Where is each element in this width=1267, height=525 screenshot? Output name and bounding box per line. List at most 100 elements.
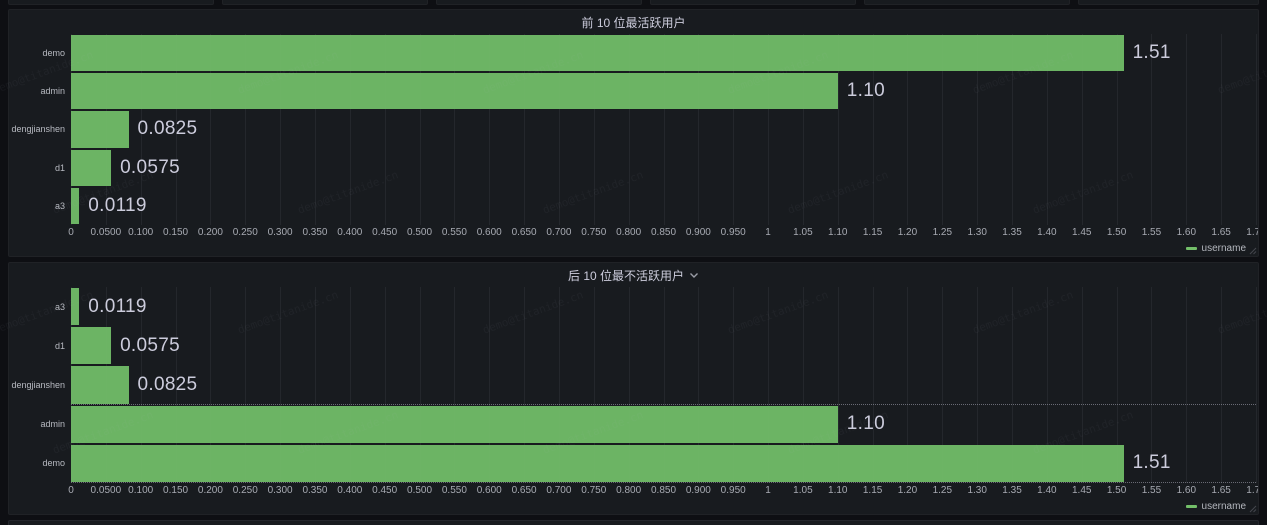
y-axis-labels: a3d1dengjianshenadmindemo (9, 287, 71, 483)
x-tick-label: 0.550 (442, 227, 467, 238)
x-tick-label: 1.45 (1072, 485, 1091, 496)
x-tick-label: 0.450 (372, 485, 397, 496)
y-axis-labels: demoadmindengjianshend1a3 (9, 34, 71, 225)
panel-title: 后 10 位最不活跃用户 (568, 267, 684, 284)
x-tick-label: 0.700 (546, 227, 571, 238)
legend-series-color-icon (1186, 247, 1197, 250)
bar-a3[interactable] (71, 288, 79, 325)
x-tick-label: 0.850 (651, 485, 676, 496)
x-tick-label: 0.400 (337, 227, 362, 238)
x-tick-label: 1 (765, 227, 771, 238)
x-tick-label: 0.350 (302, 227, 327, 238)
x-tick-label: 1.30 (967, 227, 986, 238)
x-tick-label: 0.650 (512, 227, 537, 238)
legend: username (9, 498, 1258, 514)
x-tick-label: 1.05 (793, 485, 812, 496)
x-tick-label: 0.450 (372, 227, 397, 238)
x-tick-label: 1.60 (1177, 485, 1196, 496)
gridline (1186, 34, 1187, 225)
x-tick-label: 0.300 (268, 227, 293, 238)
bar-value-label: 1.51 (1133, 34, 1171, 72)
adjacent-panel-edge (8, 520, 1259, 525)
legend-series-label[interactable]: username (1202, 501, 1246, 512)
x-tick-label: 1 (765, 485, 771, 496)
adjacent-panel-edge (1078, 0, 1259, 5)
y-tick-label: admin (9, 72, 65, 110)
panel-top-active-users: 前 10 位最活跃用户 demoadmindengjianshend1a3 1.… (8, 9, 1259, 257)
legend: username (9, 240, 1258, 256)
bar-demo[interactable] (71, 35, 1124, 71)
panel-resize-handle[interactable] (1248, 504, 1257, 513)
x-tick-label: 1.40 (1037, 485, 1056, 496)
x-tick-label: 0.100 (128, 485, 153, 496)
adjacent-panel-edge (436, 0, 642, 5)
x-tick-label: 0.500 (407, 227, 432, 238)
x-tick-label: 0.250 (233, 485, 258, 496)
x-tick-label: 0.150 (163, 227, 188, 238)
x-tick-label: 0.800 (616, 485, 641, 496)
plot-area: 1.511.100.08250.05750.0119 (71, 34, 1256, 225)
x-tick-label: 1.55 (1142, 485, 1161, 496)
legend-series-color-icon (1186, 505, 1197, 508)
x-tick-label: 0.150 (163, 485, 188, 496)
bar-a3[interactable] (71, 188, 79, 224)
y-tick-label: dengjianshen (9, 110, 65, 148)
adjacent-panel-edge (650, 0, 856, 5)
y-tick-label: dengjianshen (9, 365, 65, 404)
x-tick-label: 0.0500 (91, 227, 122, 238)
bar-value-label: 0.0119 (88, 287, 147, 326)
x-tick-label: 0.850 (651, 227, 676, 238)
bar-dengjianshen[interactable] (71, 366, 129, 403)
x-tick-label: 1.05 (793, 227, 812, 238)
x-tick-label: 0.750 (581, 227, 606, 238)
adjacent-panel-edge (864, 0, 1070, 5)
x-axis-labels: 0 0.0500 0.100 0.150 0.200 0.250 0.300 0.350 0.4… (71, 485, 1256, 498)
x-tick-label: 0.600 (477, 227, 502, 238)
x-tick-label: 0 (68, 485, 74, 496)
bar-value-label: 1.10 (847, 405, 885, 444)
x-tick-label: 0.200 (198, 227, 223, 238)
x-tick-label: 0.300 (268, 485, 293, 496)
panel-header[interactable]: 前 10 位最活跃用户 (9, 10, 1258, 34)
x-tick-label: 0.600 (477, 485, 502, 496)
bar-dengjianshen[interactable] (71, 111, 129, 147)
x-tick-label: 0.750 (581, 485, 606, 496)
bar-d1[interactable] (71, 327, 111, 364)
x-tick-label: 1.45 (1072, 227, 1091, 238)
x-tick-label: 0.0500 (91, 485, 122, 496)
bar-demo[interactable] (71, 445, 1124, 482)
bar-admin[interactable] (71, 73, 838, 109)
panel-resize-handle[interactable] (1248, 246, 1257, 255)
x-tick-label: 1.65 (1211, 227, 1230, 238)
y-tick-label: a3 (9, 287, 65, 326)
legend-series-label[interactable]: username (1202, 243, 1246, 254)
gridline (1186, 287, 1187, 483)
chevron-down-icon (689, 272, 699, 279)
x-tick-label: 1.25 (933, 227, 952, 238)
x-tick-label: 0.250 (233, 227, 258, 238)
y-tick-label: a3 (9, 187, 65, 225)
dashed-threshold-line (71, 404, 1256, 405)
panel-title: 前 10 位最活跃用户 (581, 14, 685, 31)
x-tick-label: 1.35 (1002, 227, 1021, 238)
x-tick-label: 1.50 (1107, 485, 1126, 496)
x-tick-label: 0.200 (198, 485, 223, 496)
x-tick-label: 1.35 (1002, 485, 1021, 496)
y-tick-label: demo (9, 34, 65, 72)
x-tick-label: 0.100 (128, 227, 153, 238)
x-axis-labels: 0 0.0500 0.100 0.150 0.200 0.250 0.300 0.350 0.4… (71, 227, 1256, 240)
gridline (1256, 34, 1257, 225)
bar-value-label: 0.0119 (88, 187, 147, 225)
bar-d1[interactable] (71, 150, 111, 186)
plot-area: 0.01190.05750.08251.101.51 (71, 287, 1256, 483)
bar-value-label: 1.10 (847, 72, 885, 110)
x-tick-label: 0.350 (302, 485, 327, 496)
x-tick-label: 0 (68, 227, 74, 238)
bar-value-label: 0.0825 (138, 110, 198, 148)
adjacent-panel-edge (222, 0, 428, 5)
bar-value-label: 0.0825 (138, 365, 198, 404)
dashed-threshold-line (71, 482, 1256, 483)
panel-header[interactable]: 后 10 位最不活跃用户 (9, 263, 1258, 287)
gridline (1221, 34, 1222, 225)
bar-admin[interactable] (71, 406, 838, 443)
